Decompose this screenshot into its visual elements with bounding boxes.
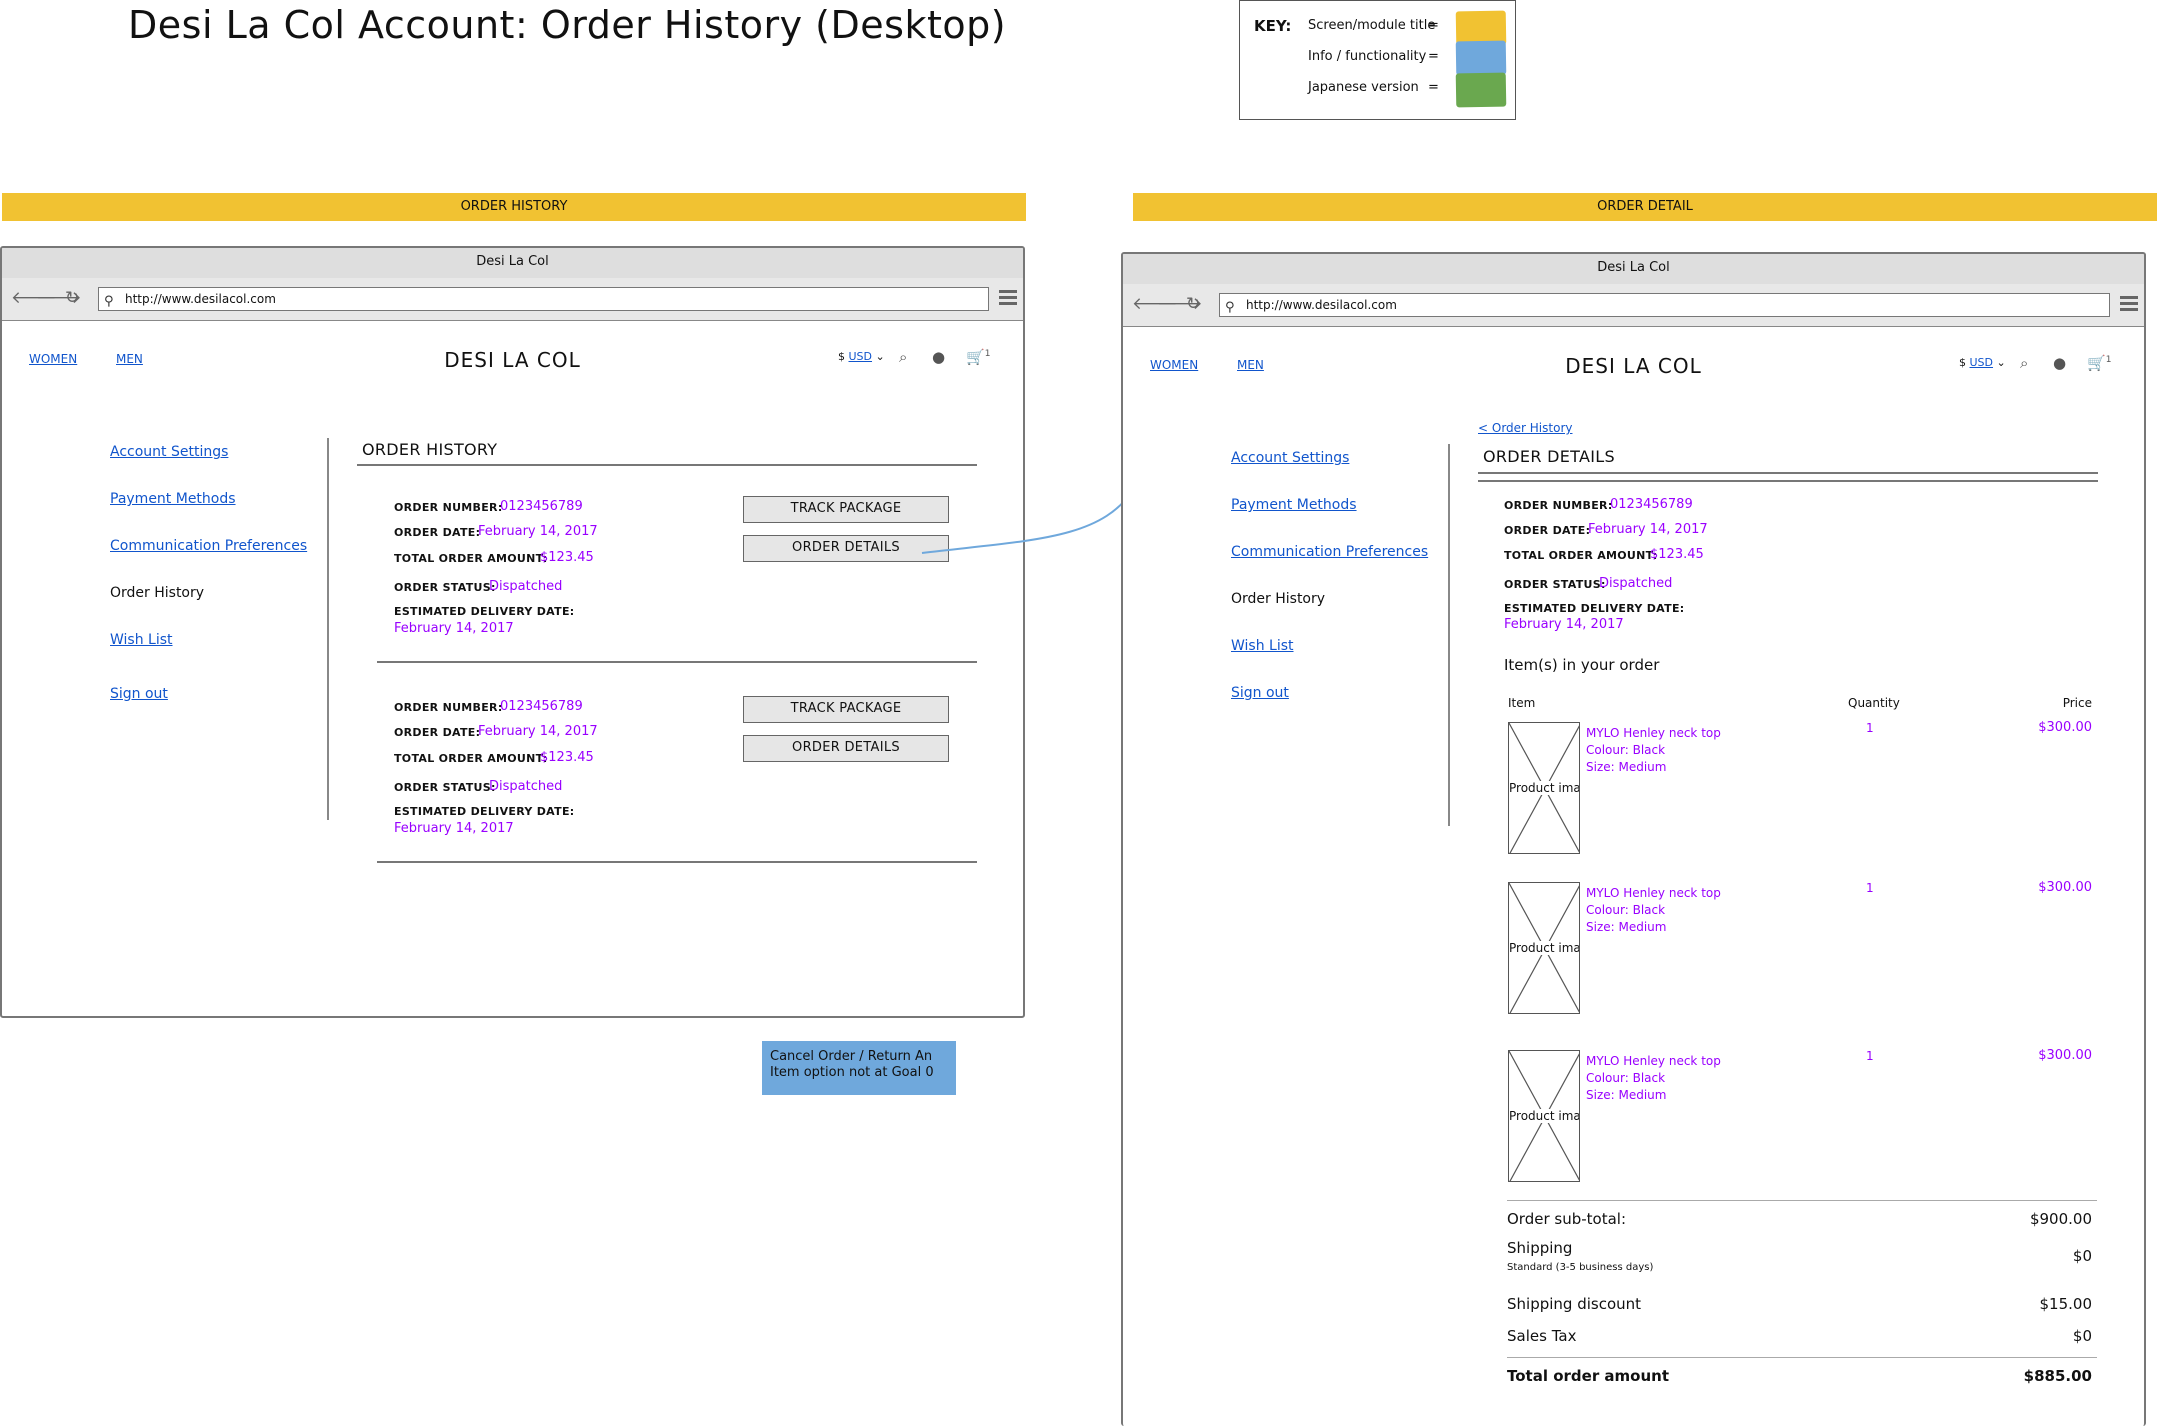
- info-note: Cancel Order / Return An Item option not…: [762, 1041, 956, 1095]
- sidebar-divider: [1448, 444, 1450, 826]
- product-name[interactable]: MYLO Henley neck top: [1586, 725, 1721, 742]
- delivery-date: February 14, 2017: [1504, 617, 1624, 632]
- product-colour: Colour: Black: [1586, 1071, 1666, 1085]
- order-total-label: TOTAL ORDER AMOUNT:: [1504, 549, 1658, 562]
- search-icon: ⚲: [1225, 300, 1235, 315]
- address-bar[interactable]: ⚲ http://www.desilacol.com: [1219, 293, 2110, 317]
- sidebar-item-wish-list[interactable]: Wish List: [1231, 638, 1294, 654]
- column-quantity: Quantity: [1848, 696, 1900, 710]
- order-total: $123.45: [1650, 547, 1704, 562]
- subtotal-value: $900.00: [2029, 1210, 2092, 1228]
- total-label: Total order amount: [1507, 1367, 1670, 1385]
- column-price: Price: [2062, 696, 2092, 710]
- browser-toolbar: 🡐 🡒 ↻ ⚲ http://www.desilacol.com: [1123, 284, 2144, 327]
- order-date: February 14, 2017: [1588, 522, 1708, 537]
- order-status-label: ORDER STATUS:: [1504, 578, 1606, 591]
- divider: [1478, 480, 2098, 482]
- browser-title: Desi La Col: [1123, 254, 2144, 285]
- subtotal-label: Order sub-total:: [1507, 1210, 1627, 1228]
- cart-count: 1: [2105, 355, 2112, 365]
- product-image-label: Product image: [1509, 1109, 1579, 1123]
- order-number-label: ORDER NUMBER:: [1504, 499, 1613, 512]
- chevron-down-icon: ⌄: [1996, 356, 2006, 369]
- column-item: Item: [1508, 696, 1536, 710]
- sales-tax-value: $0: [2072, 1327, 2092, 1345]
- item-price: $300.00: [2038, 880, 2092, 895]
- product-size: Size: Medium: [1586, 1088, 1667, 1102]
- product-image-label: Product image: [1509, 781, 1579, 795]
- sidebar-item-sign-out[interactable]: Sign out: [1231, 685, 1289, 701]
- currency-symbol: $: [1959, 356, 1966, 369]
- browser-window-order-detail: Desi La Col 🡐 🡒 ↻ ⚲ http://www.desilacol…: [1121, 252, 2146, 1426]
- shipping-discount-value: $15.00: [2039, 1295, 2093, 1313]
- shipping-discount-label: Shipping discount: [1507, 1295, 1642, 1313]
- reload-icon[interactable]: ↻: [1186, 294, 1200, 314]
- currency-value: USD: [1969, 356, 1994, 369]
- item-price: $300.00: [2038, 1048, 2092, 1063]
- order-number: 0123456789: [1610, 497, 1693, 512]
- product-info: MYLO Henley neck top Colour: Black Size:…: [1586, 885, 1721, 936]
- product-image[interactable]: Product image: [1508, 882, 1580, 1014]
- product-size: Size: Medium: [1586, 760, 1667, 774]
- item-quantity: 1: [1866, 1049, 1874, 1063]
- order-status: Dispatched: [1599, 576, 1673, 591]
- order-date-label: ORDER DATE:: [1504, 524, 1591, 537]
- sales-tax-label: Sales Tax: [1507, 1327, 1577, 1345]
- divider: [1478, 472, 2098, 474]
- shipping-label: Shipping: [1507, 1239, 1573, 1257]
- total-value: $885.00: [2023, 1367, 2092, 1385]
- product-name[interactable]: MYLO Henley neck top: [1586, 1053, 1721, 1070]
- item-quantity: 1: [1866, 721, 1874, 735]
- divider: [1507, 1357, 2097, 1358]
- product-name[interactable]: MYLO Henley neck top: [1586, 885, 1721, 902]
- shipping-value: $0: [2072, 1247, 2092, 1265]
- item-price: $300.00: [2038, 720, 2092, 735]
- sidebar-item-account-settings[interactable]: Account Settings: [1231, 450, 1349, 466]
- product-info: MYLO Henley neck top Colour: Black Size:…: [1586, 725, 1721, 776]
- product-colour: Colour: Black: [1586, 903, 1666, 917]
- section-heading: ORDER DETAILS: [1483, 447, 1615, 466]
- product-image[interactable]: Product image: [1508, 722, 1580, 854]
- items-heading: Item(s) in your order: [1504, 656, 1660, 674]
- product-info: MYLO Henley neck top Colour: Black Size:…: [1586, 1053, 1721, 1104]
- delivery-date-label: ESTIMATED DELIVERY DATE:: [1504, 602, 1685, 615]
- sidebar-item-communication-preferences[interactable]: Communication Preferences: [1231, 544, 1428, 560]
- product-colour: Colour: Black: [1586, 743, 1666, 757]
- product-image[interactable]: Product image: [1508, 1050, 1580, 1182]
- menu-icon[interactable]: [2120, 296, 2138, 312]
- sidebar-item-payment-methods[interactable]: Payment Methods: [1231, 497, 1357, 513]
- shipping-note: Standard (3-5 business days): [1507, 1262, 1654, 1273]
- account-icon[interactable]: ●: [2053, 354, 2066, 372]
- item-quantity: 1: [1866, 881, 1874, 895]
- currency-selector[interactable]: $ USD ⌄: [1959, 356, 2006, 369]
- product-image-label: Product image: [1509, 941, 1579, 955]
- back-to-order-history-link[interactable]: < Order History: [1478, 421, 1572, 435]
- divider: [1507, 1200, 2097, 1201]
- cart-icon[interactable]: 🛒1: [2087, 354, 2111, 372]
- sidebar-item-order-history[interactable]: Order History: [1231, 591, 1325, 607]
- product-size: Size: Medium: [1586, 920, 1667, 934]
- search-icon[interactable]: ⌕: [2020, 354, 2028, 372]
- url-text: http://www.desilacol.com: [1246, 298, 1397, 312]
